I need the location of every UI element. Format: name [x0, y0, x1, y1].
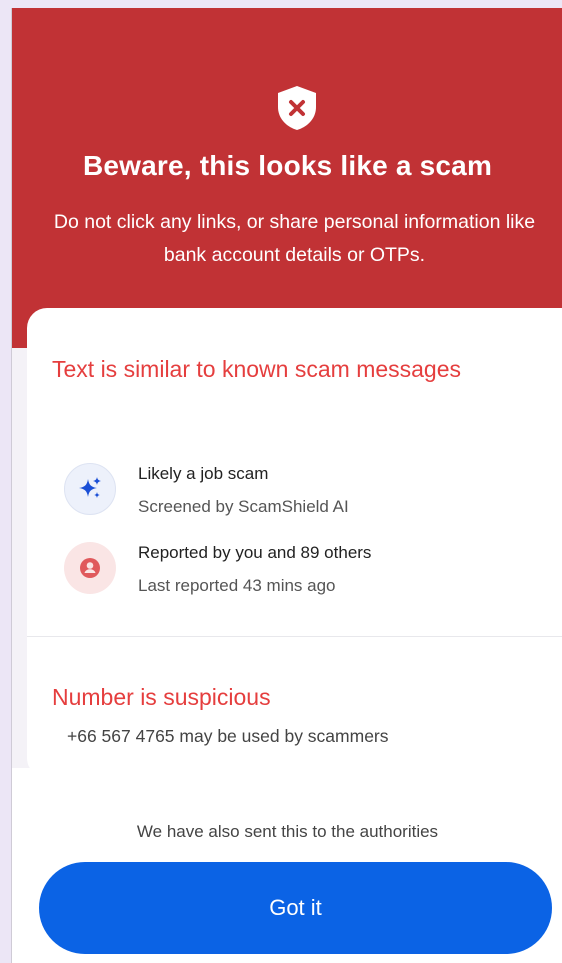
reason-title: Likely a job scam — [138, 464, 269, 483]
app-frame: Beware, this looks like a scam Do not cl… — [11, 8, 562, 963]
reason-subtitle: Screened by ScamShield AI — [138, 497, 349, 516]
alert-title: Beware, this looks like a scam — [82, 150, 493, 181]
shield-x-icon — [278, 86, 316, 130]
user-report-icon — [64, 542, 116, 594]
alert-header: Beware, this looks like a scam Do not cl… — [12, 8, 562, 348]
number-section-subtitle: +66 567 4765 may be used by scammers — [67, 726, 389, 746]
reason-title: Reported by you and 89 others — [138, 543, 372, 562]
alert-subtitle: Do not click any links, or share persona… — [53, 211, 536, 266]
reason-subtitle: Last reported 43 mins ago — [138, 576, 336, 595]
section-divider — [27, 636, 562, 637]
message-section-title: Text is similar to known scam messages — [52, 356, 462, 382]
authorities-note: We have also sent this to the authoritie… — [136, 822, 439, 841]
number-section-title: Number is suspicious — [52, 684, 271, 710]
got-it-button[interactable]: Got it — [39, 862, 552, 954]
sparkles-icon — [64, 463, 116, 515]
footer: We have also sent this to the authoritie… — [12, 768, 562, 963]
